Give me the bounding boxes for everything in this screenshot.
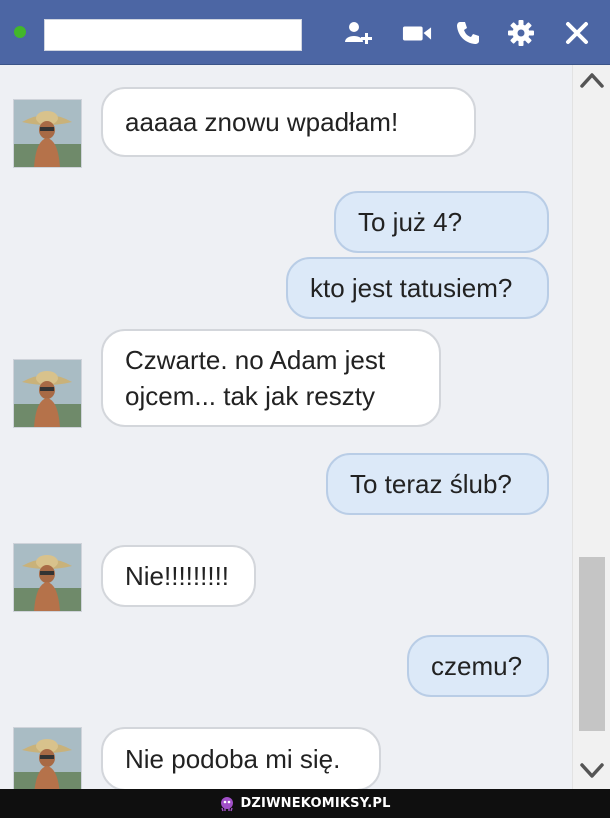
outgoing-message: To już 4? bbox=[334, 191, 549, 253]
scrollbar-thumb[interactable] bbox=[579, 557, 605, 731]
outgoing-message: kto jest tatusiem? bbox=[286, 257, 549, 319]
gear-icon[interactable] bbox=[506, 18, 536, 48]
contact-avatar[interactable] bbox=[13, 359, 82, 428]
outgoing-message: czemu? bbox=[407, 635, 549, 697]
video-camera-icon[interactable] bbox=[402, 18, 432, 48]
chat-header bbox=[0, 0, 610, 65]
chat-scrollbar[interactable] bbox=[572, 65, 610, 789]
message-text: Czwarte. no Adam jest ojcem... tak jak r… bbox=[125, 345, 386, 411]
message-text: czemu? bbox=[431, 651, 523, 681]
message-text: aaaaa znowu wpadłam! bbox=[125, 107, 399, 137]
incoming-message: Nie podoba mi się. bbox=[101, 727, 381, 789]
message-text: Nie!!!!!!!!! bbox=[125, 561, 230, 591]
site-logo: DZIWNEKOMIKSY.PL bbox=[219, 796, 390, 812]
add-friend-icon[interactable] bbox=[344, 18, 374, 48]
online-status-indicator bbox=[14, 26, 26, 38]
message-text: To już 4? bbox=[358, 207, 463, 237]
incoming-message: Nie!!!!!!!!! bbox=[101, 545, 256, 607]
octopus-logo-icon bbox=[221, 796, 234, 811]
site-watermark-bar: DZIWNEKOMIKSY.PL bbox=[0, 789, 610, 818]
contact-avatar[interactable] bbox=[13, 543, 82, 612]
incoming-message: aaaaa znowu wpadłam! bbox=[101, 87, 476, 157]
scroll-up-arrow-icon[interactable] bbox=[579, 67, 605, 93]
contact-avatar[interactable] bbox=[13, 99, 82, 168]
close-icon[interactable] bbox=[562, 18, 592, 48]
message-text: Nie podoba mi się. bbox=[125, 744, 341, 774]
message-text: To teraz ślub? bbox=[350, 469, 512, 499]
contact-name-field[interactable] bbox=[44, 19, 302, 51]
outgoing-message: To teraz ślub? bbox=[326, 453, 549, 515]
chat-history[interactable]: aaaaa znowu wpadłam! To już 4? kto jest … bbox=[0, 65, 572, 789]
incoming-message: Czwarte. no Adam jest ojcem... tak jak r… bbox=[101, 329, 441, 427]
site-name[interactable]: DZIWNEKOMIKSY.PL bbox=[240, 796, 390, 811]
scroll-down-arrow-icon[interactable] bbox=[579, 757, 605, 783]
phone-icon[interactable] bbox=[453, 18, 483, 48]
message-text: kto jest tatusiem? bbox=[310, 273, 513, 303]
contact-avatar[interactable] bbox=[13, 727, 82, 789]
